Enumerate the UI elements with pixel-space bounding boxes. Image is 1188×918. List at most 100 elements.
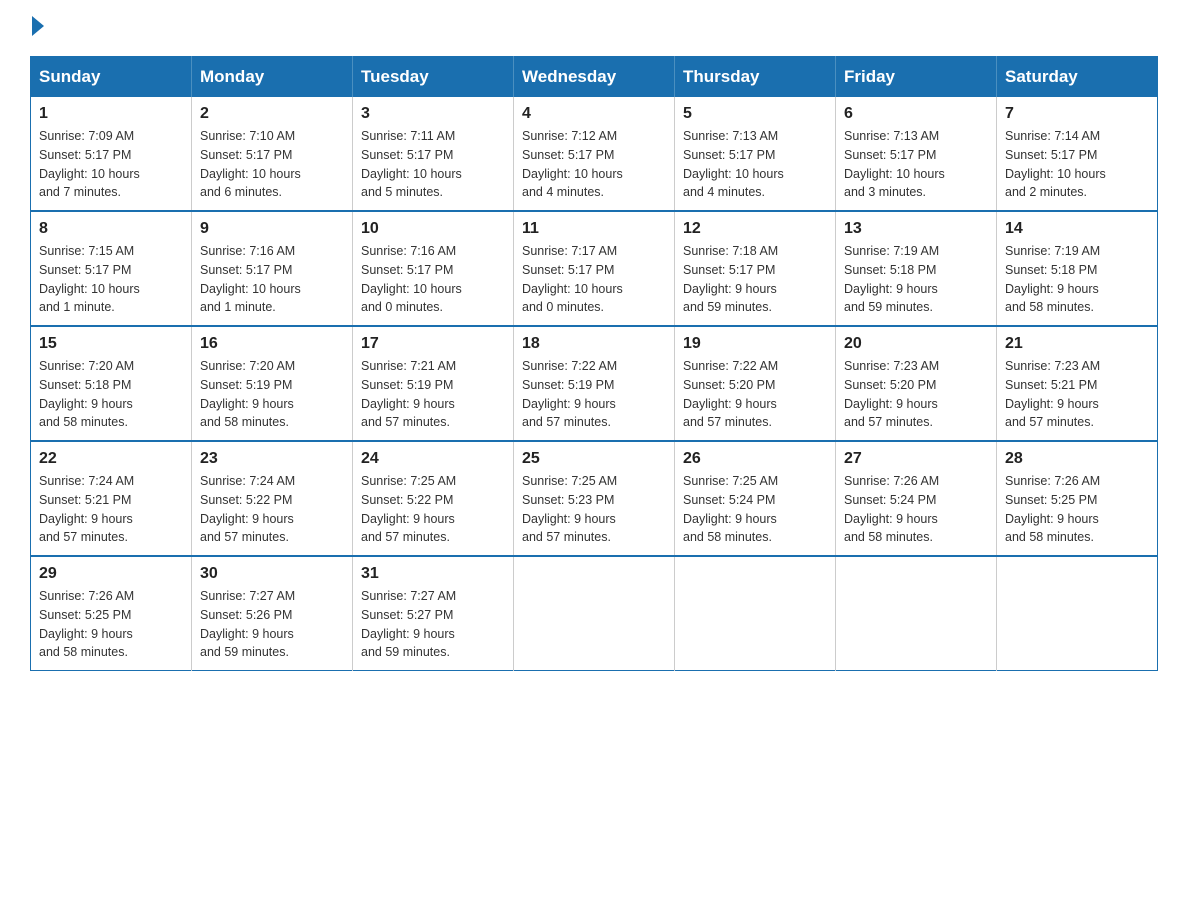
day-info: Sunrise: 7:23 AMSunset: 5:21 PMDaylight:…: [1005, 357, 1149, 432]
day-number: 30: [200, 565, 344, 583]
day-cell: 24 Sunrise: 7:25 AMSunset: 5:22 PMDaylig…: [353, 441, 514, 556]
day-info: Sunrise: 7:20 AMSunset: 5:18 PMDaylight:…: [39, 357, 183, 432]
week-row-1: 1 Sunrise: 7:09 AMSunset: 5:17 PMDayligh…: [31, 97, 1158, 211]
day-number: 16: [200, 335, 344, 353]
week-row-3: 15 Sunrise: 7:20 AMSunset: 5:18 PMDaylig…: [31, 326, 1158, 441]
day-number: 19: [683, 335, 827, 353]
day-cell: [675, 556, 836, 671]
day-cell: 21 Sunrise: 7:23 AMSunset: 5:21 PMDaylig…: [997, 326, 1158, 441]
day-info: Sunrise: 7:16 AMSunset: 5:17 PMDaylight:…: [361, 242, 505, 317]
logo: [30, 20, 44, 36]
day-number: 2: [200, 105, 344, 123]
day-cell: 30 Sunrise: 7:27 AMSunset: 5:26 PMDaylig…: [192, 556, 353, 671]
day-number: 3: [361, 105, 505, 123]
day-cell: 20 Sunrise: 7:23 AMSunset: 5:20 PMDaylig…: [836, 326, 997, 441]
day-info: Sunrise: 7:26 AMSunset: 5:25 PMDaylight:…: [1005, 472, 1149, 547]
day-cell: 14 Sunrise: 7:19 AMSunset: 5:18 PMDaylig…: [997, 211, 1158, 326]
day-info: Sunrise: 7:22 AMSunset: 5:19 PMDaylight:…: [522, 357, 666, 432]
day-cell: 9 Sunrise: 7:16 AMSunset: 5:17 PMDayligh…: [192, 211, 353, 326]
page-header: [30, 20, 1158, 36]
day-info: Sunrise: 7:24 AMSunset: 5:22 PMDaylight:…: [200, 472, 344, 547]
day-cell: [997, 556, 1158, 671]
day-number: 5: [683, 105, 827, 123]
day-number: 20: [844, 335, 988, 353]
day-number: 26: [683, 450, 827, 468]
day-number: 8: [39, 220, 183, 238]
day-info: Sunrise: 7:25 AMSunset: 5:22 PMDaylight:…: [361, 472, 505, 547]
day-number: 24: [361, 450, 505, 468]
day-number: 25: [522, 450, 666, 468]
day-info: Sunrise: 7:19 AMSunset: 5:18 PMDaylight:…: [1005, 242, 1149, 317]
day-cell: 31 Sunrise: 7:27 AMSunset: 5:27 PMDaylig…: [353, 556, 514, 671]
day-info: Sunrise: 7:17 AMSunset: 5:17 PMDaylight:…: [522, 242, 666, 317]
day-cell: 28 Sunrise: 7:26 AMSunset: 5:25 PMDaylig…: [997, 441, 1158, 556]
day-number: 9: [200, 220, 344, 238]
day-number: 4: [522, 105, 666, 123]
header-cell-sunday: Sunday: [31, 57, 192, 98]
header-cell-wednesday: Wednesday: [514, 57, 675, 98]
day-number: 15: [39, 335, 183, 353]
day-info: Sunrise: 7:23 AMSunset: 5:20 PMDaylight:…: [844, 357, 988, 432]
day-cell: 27 Sunrise: 7:26 AMSunset: 5:24 PMDaylig…: [836, 441, 997, 556]
day-info: Sunrise: 7:16 AMSunset: 5:17 PMDaylight:…: [200, 242, 344, 317]
logo-arrow-icon: [32, 16, 44, 36]
day-number: 17: [361, 335, 505, 353]
day-info: Sunrise: 7:13 AMSunset: 5:17 PMDaylight:…: [844, 127, 988, 202]
day-info: Sunrise: 7:11 AMSunset: 5:17 PMDaylight:…: [361, 127, 505, 202]
day-number: 14: [1005, 220, 1149, 238]
day-info: Sunrise: 7:13 AMSunset: 5:17 PMDaylight:…: [683, 127, 827, 202]
day-number: 31: [361, 565, 505, 583]
day-info: Sunrise: 7:18 AMSunset: 5:17 PMDaylight:…: [683, 242, 827, 317]
day-number: 27: [844, 450, 988, 468]
day-info: Sunrise: 7:10 AMSunset: 5:17 PMDaylight:…: [200, 127, 344, 202]
day-number: 22: [39, 450, 183, 468]
day-cell: 12 Sunrise: 7:18 AMSunset: 5:17 PMDaylig…: [675, 211, 836, 326]
day-info: Sunrise: 7:19 AMSunset: 5:18 PMDaylight:…: [844, 242, 988, 317]
day-cell: 3 Sunrise: 7:11 AMSunset: 5:17 PMDayligh…: [353, 97, 514, 211]
day-cell: 19 Sunrise: 7:22 AMSunset: 5:20 PMDaylig…: [675, 326, 836, 441]
day-cell: 4 Sunrise: 7:12 AMSunset: 5:17 PMDayligh…: [514, 97, 675, 211]
day-number: 28: [1005, 450, 1149, 468]
header-cell-thursday: Thursday: [675, 57, 836, 98]
day-cell: 7 Sunrise: 7:14 AMSunset: 5:17 PMDayligh…: [997, 97, 1158, 211]
day-number: 10: [361, 220, 505, 238]
day-cell: 17 Sunrise: 7:21 AMSunset: 5:19 PMDaylig…: [353, 326, 514, 441]
day-cell: 16 Sunrise: 7:20 AMSunset: 5:19 PMDaylig…: [192, 326, 353, 441]
day-number: 12: [683, 220, 827, 238]
day-number: 29: [39, 565, 183, 583]
day-info: Sunrise: 7:27 AMSunset: 5:27 PMDaylight:…: [361, 587, 505, 662]
header-cell-friday: Friday: [836, 57, 997, 98]
day-cell: 2 Sunrise: 7:10 AMSunset: 5:17 PMDayligh…: [192, 97, 353, 211]
header-cell-tuesday: Tuesday: [353, 57, 514, 98]
day-cell: 23 Sunrise: 7:24 AMSunset: 5:22 PMDaylig…: [192, 441, 353, 556]
day-info: Sunrise: 7:25 AMSunset: 5:24 PMDaylight:…: [683, 472, 827, 547]
day-number: 7: [1005, 105, 1149, 123]
day-cell: [836, 556, 997, 671]
day-cell: 29 Sunrise: 7:26 AMSunset: 5:25 PMDaylig…: [31, 556, 192, 671]
day-cell: 10 Sunrise: 7:16 AMSunset: 5:17 PMDaylig…: [353, 211, 514, 326]
day-info: Sunrise: 7:12 AMSunset: 5:17 PMDaylight:…: [522, 127, 666, 202]
week-row-2: 8 Sunrise: 7:15 AMSunset: 5:17 PMDayligh…: [31, 211, 1158, 326]
day-cell: [514, 556, 675, 671]
day-cell: 22 Sunrise: 7:24 AMSunset: 5:21 PMDaylig…: [31, 441, 192, 556]
day-info: Sunrise: 7:24 AMSunset: 5:21 PMDaylight:…: [39, 472, 183, 547]
day-cell: 26 Sunrise: 7:25 AMSunset: 5:24 PMDaylig…: [675, 441, 836, 556]
day-number: 11: [522, 220, 666, 238]
day-number: 18: [522, 335, 666, 353]
day-info: Sunrise: 7:25 AMSunset: 5:23 PMDaylight:…: [522, 472, 666, 547]
day-number: 21: [1005, 335, 1149, 353]
day-cell: 25 Sunrise: 7:25 AMSunset: 5:23 PMDaylig…: [514, 441, 675, 556]
day-number: 13: [844, 220, 988, 238]
week-row-5: 29 Sunrise: 7:26 AMSunset: 5:25 PMDaylig…: [31, 556, 1158, 671]
header-cell-monday: Monday: [192, 57, 353, 98]
day-info: Sunrise: 7:21 AMSunset: 5:19 PMDaylight:…: [361, 357, 505, 432]
day-cell: 1 Sunrise: 7:09 AMSunset: 5:17 PMDayligh…: [31, 97, 192, 211]
day-info: Sunrise: 7:22 AMSunset: 5:20 PMDaylight:…: [683, 357, 827, 432]
day-number: 6: [844, 105, 988, 123]
day-number: 23: [200, 450, 344, 468]
day-info: Sunrise: 7:26 AMSunset: 5:25 PMDaylight:…: [39, 587, 183, 662]
calendar-table: SundayMondayTuesdayWednesdayThursdayFrid…: [30, 56, 1158, 671]
day-info: Sunrise: 7:15 AMSunset: 5:17 PMDaylight:…: [39, 242, 183, 317]
day-cell: 5 Sunrise: 7:13 AMSunset: 5:17 PMDayligh…: [675, 97, 836, 211]
day-number: 1: [39, 105, 183, 123]
